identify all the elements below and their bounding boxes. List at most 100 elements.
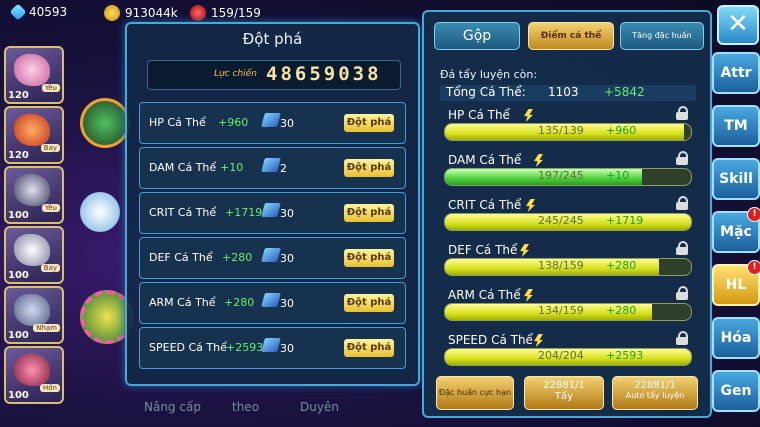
monster-portrait [14, 174, 50, 206]
stat-name: SPEED Cá Thể [448, 333, 533, 347]
breakthrough-row: HP Cá Thể +960 30 Đột phá [139, 102, 406, 144]
stat-name: HP Cá Thể [448, 108, 510, 122]
bg-menu-upgrade: Nâng cấp [144, 400, 201, 414]
breakthrough-button[interactable]: Đột phá [344, 159, 394, 177]
monster-list: Yêu 120 Bay 120 Yêu 100 Bay 100 Nhạm 100… [0, 44, 66, 424]
extreme-training-button[interactable]: Đặc huấn cực hạn [436, 376, 514, 410]
bg-menu-follow: theo [232, 400, 260, 414]
breakthrough-panel: Đột phá Lực chiến 48659038 HP Cá Thể +96… [125, 22, 420, 386]
stat-bar-row: HP Cá Thể 135/139 +960 [438, 106, 700, 152]
breakthrough-button[interactable]: Đột phá [344, 339, 394, 357]
book-icon [261, 203, 281, 217]
stat-bar-row: DAM Cá Thể 197/245 +10 [438, 151, 700, 197]
stat-bonus: +2593 [606, 349, 644, 362]
breakthrough-row: ARM Cá Thể +280 30 Đột phá [139, 282, 406, 324]
panel-title: Đột phá [242, 30, 303, 48]
combat-power-value: 48659038 [266, 63, 382, 85]
book-icon [261, 293, 281, 307]
sidenav-gen[interactable]: Gen [712, 370, 760, 412]
stat-name: DAM Cá Thể [448, 153, 522, 167]
stat-value: 134/159 [538, 304, 584, 317]
breakthrough-row: SPEED Cá Thể +2593 30 Đột phá [139, 327, 406, 369]
item-orb[interactable] [80, 98, 130, 148]
breakthrough-button[interactable]: Đột phá [344, 114, 394, 132]
potion-icon [190, 5, 206, 21]
monster-portrait [14, 294, 50, 326]
sidenav-hóa[interactable]: Hóa [712, 317, 760, 359]
stat-bonus: +280 [606, 304, 637, 317]
lock-icon[interactable] [676, 241, 688, 255]
bolt-icon [526, 199, 535, 212]
breakthrough-row: DAM Cá Thể +10 2 Đột phá [139, 147, 406, 189]
tab-merge[interactable]: Gộp [434, 22, 520, 50]
stat-bar-row: SPEED Cá Thể 204/204 +2593 [438, 331, 700, 377]
monster-portrait [14, 114, 50, 146]
gem-icon [9, 3, 27, 21]
coin-icon [104, 5, 120, 21]
breakthrough-row: CRIT Cá Thể +1719 30 Đột phá [139, 192, 406, 234]
lock-icon[interactable] [676, 196, 688, 210]
alert-badge: ! [747, 207, 760, 222]
stat-value: 204/204 [538, 349, 584, 362]
auto-wash-button[interactable]: 22881/1 Auto tẩy luyện [612, 376, 698, 410]
book-icon [261, 248, 281, 262]
bg-menu-duyen: Duyên [300, 400, 339, 414]
combat-power-label: Lực chiến [214, 69, 257, 79]
sidenav-attr[interactable]: Attr [712, 52, 760, 94]
breakthrough-button[interactable]: Đột phá [344, 249, 394, 267]
remaining-stones-label: Đá tẩy luyện còn: [440, 68, 538, 81]
book-icon [261, 113, 281, 127]
gold-counter: 913044k [104, 5, 178, 21]
breakthrough-button[interactable]: Đột phá [344, 294, 394, 312]
total-bonus: +5842 [604, 85, 645, 99]
breakthrough-row: DEF Cá Thể +280 30 Đột phá [139, 237, 406, 279]
stat-bar-row: DEF Cá Thể 138/159 +280 [438, 241, 700, 287]
stat-name: DEF Cá Thể [448, 243, 518, 257]
stat-name: ARM Cá Thể [448, 288, 521, 302]
monster-slot[interactable]: Yêu 100 [4, 166, 64, 224]
lock-icon[interactable] [676, 286, 688, 300]
stat-value: 138/159 [538, 259, 584, 272]
close-button[interactable]: ✕ [717, 5, 759, 45]
total-label: Tổng Cá Thể: [446, 85, 526, 99]
sidenav-mặc[interactable]: Mặc! [712, 207, 760, 253]
breakthrough-button[interactable]: Đột phá [344, 204, 394, 222]
tab-special-training[interactable]: Tăng đặc huấn [620, 22, 704, 50]
total-value: 1103 [548, 85, 579, 99]
monster-slot[interactable]: Hồn 100 [4, 346, 64, 404]
tab-individual-points[interactable]: Điểm cá thể [528, 22, 614, 50]
book-icon [261, 158, 281, 172]
monster-slot[interactable]: Nhạm 100 [4, 286, 64, 344]
sidenav-hl[interactable]: HL! [712, 260, 760, 306]
lock-icon[interactable] [676, 106, 688, 120]
stat-bonus: +280 [606, 259, 637, 272]
training-panel: Gộp Điểm cá thể Tăng đặc huấn Đá tẩy luy… [422, 10, 712, 418]
combat-power-box: Lực chiến 48659038 [147, 60, 401, 90]
lock-icon[interactable] [676, 151, 688, 165]
monster-slot[interactable]: Bay 100 [4, 226, 64, 284]
stat-value: 197/245 [538, 169, 584, 182]
lock-icon[interactable] [676, 331, 688, 345]
sidenav-tm[interactable]: TM [712, 105, 760, 147]
bolt-icon [524, 289, 533, 302]
wash-button[interactable]: 22881/1 Tẩy [524, 376, 604, 410]
sidenav-skill[interactable]: Skill [712, 158, 760, 200]
stat-name: CRIT Cá Thể [448, 198, 522, 212]
total-row: Tổng Cá Thể: 1103 +5842 [440, 85, 696, 101]
bolt-icon [520, 244, 529, 257]
monster-portrait [14, 354, 50, 386]
stat-bonus: +960 [606, 124, 637, 137]
bolt-icon [524, 109, 533, 122]
monster-portrait [14, 234, 50, 266]
stat-bar-row: CRIT Cá Thể 245/245 +1719 [438, 196, 700, 242]
bag-icon[interactable] [80, 192, 120, 232]
monster-portrait [14, 54, 50, 86]
bolt-icon [534, 334, 543, 347]
stat-bonus: +1719 [606, 214, 644, 227]
monster-slot[interactable]: Yêu 120 [4, 46, 64, 104]
monster-slot[interactable]: Bay 120 [4, 106, 64, 164]
stat-value: 245/245 [538, 214, 584, 227]
stat-bonus: +10 [606, 169, 630, 182]
bolt-icon [534, 154, 543, 167]
stamina-counter: 159/159 [190, 5, 261, 21]
